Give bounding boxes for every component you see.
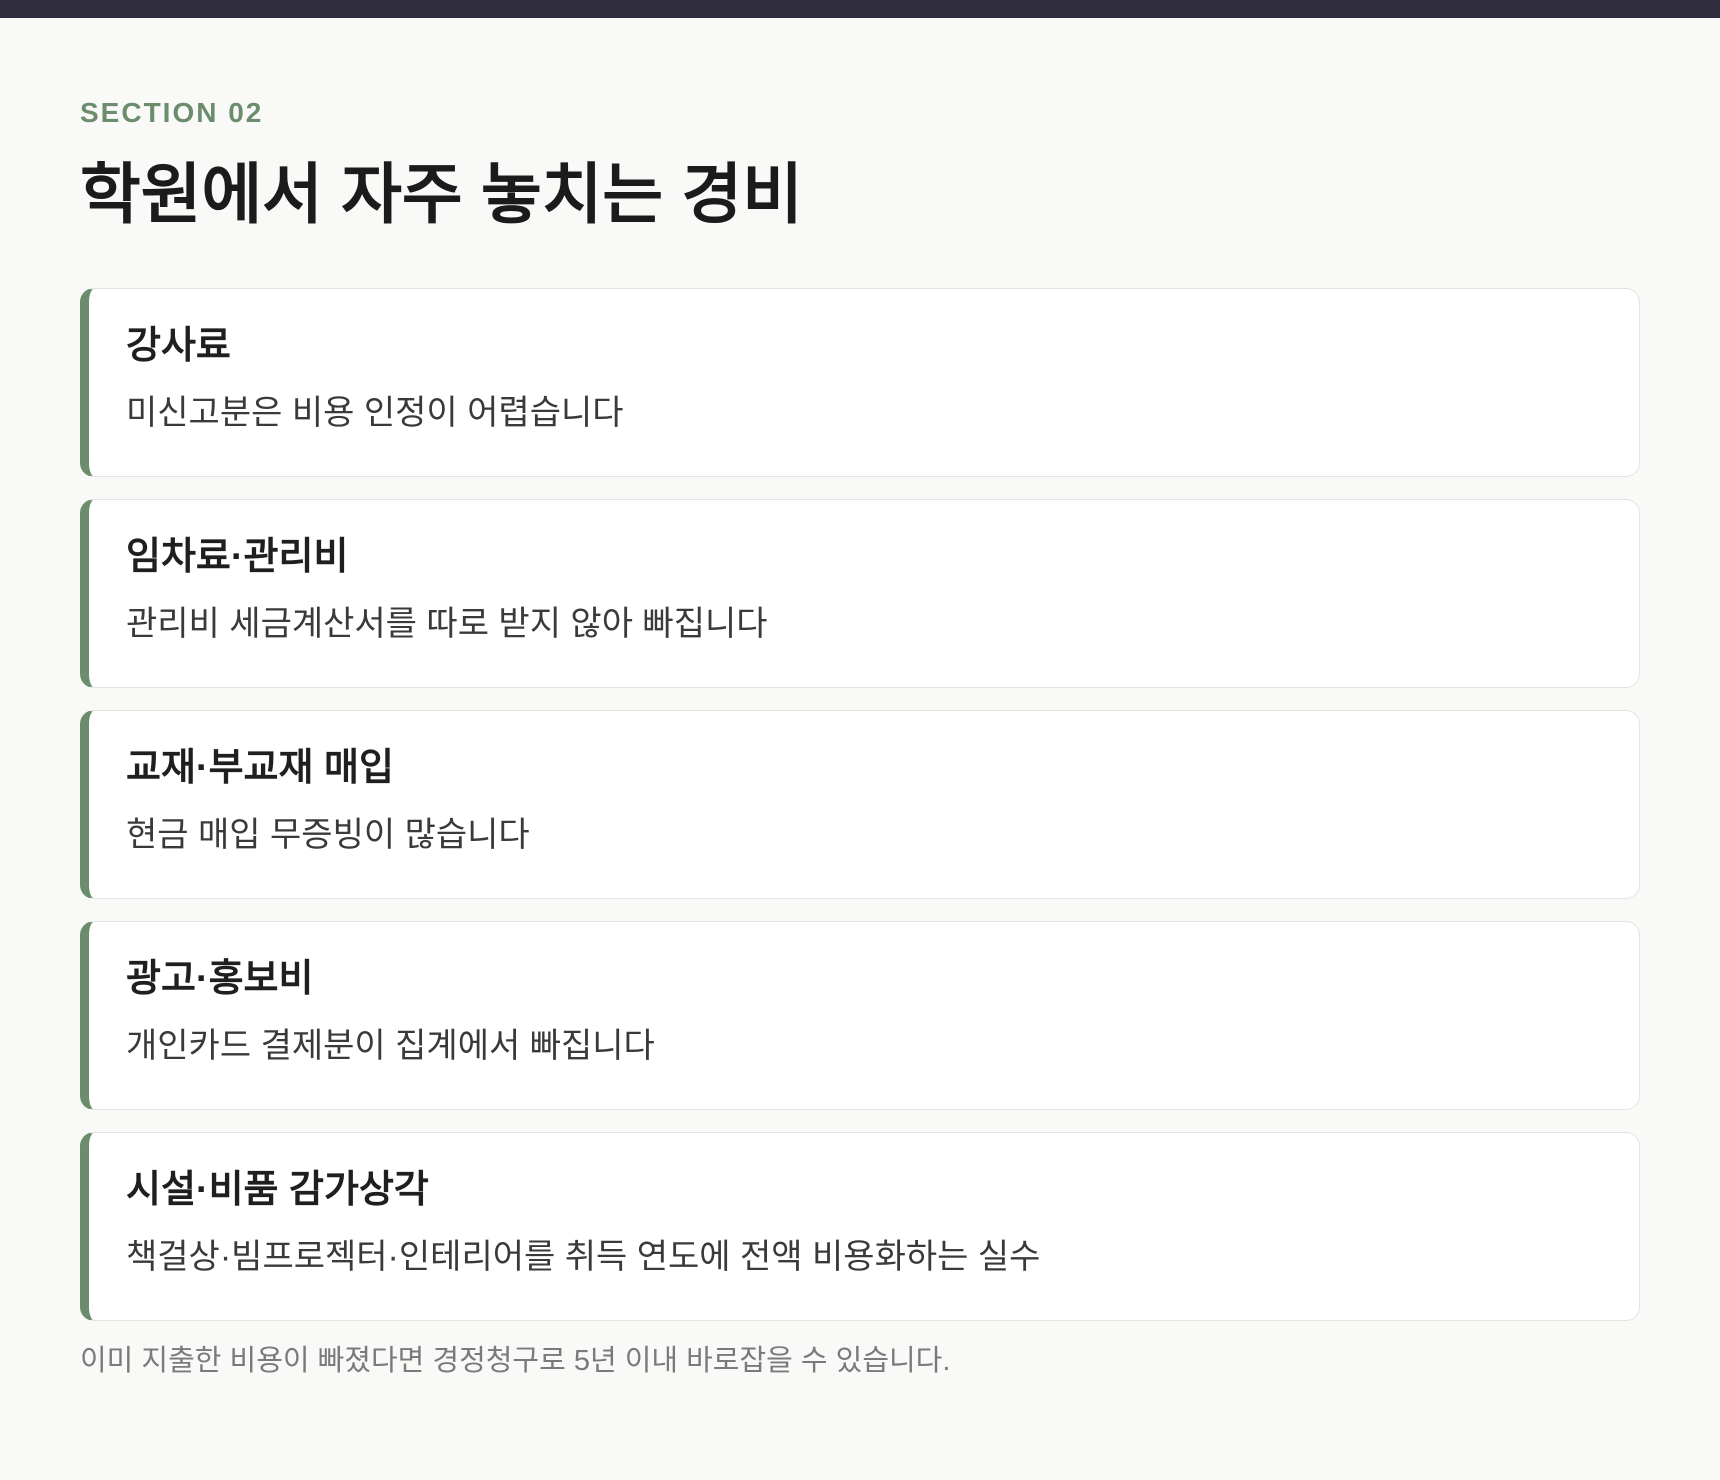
card-description: 미신고분은 비용 인정이 어렵습니다	[126, 394, 624, 432]
section-label: SECTION 02	[80, 97, 264, 128]
expense-card-list: 강사료 미신고분은 비용 인정이 어렵습니다 임차료·관리비 관리비 세금계산서…	[80, 288, 1640, 1321]
card-description: 개인카드 결제분이 집계에서 빠집니다	[126, 1027, 655, 1065]
main-content: SECTION 02 학원에서 자주 놓치는 경비 강사료 미신고분은 비용 인…	[80, 96, 1640, 1379]
top-bar	[0, 0, 1720, 18]
card-description: 현금 매입 무증빙이 많습니다	[126, 816, 530, 854]
page-title: 학원에서 자주 놓치는 경비	[80, 157, 803, 231]
card-title: 시설·비품 감가상각	[126, 1169, 429, 1211]
expense-card-depreciation: 시설·비품 감가상각 책걸상·빔프로젝터·인테리어를 취득 연도에 전액 비용화…	[80, 1132, 1640, 1321]
card-description: 책걸상·빔프로젝터·인테리어를 취득 연도에 전액 비용화하는 실수	[126, 1238, 1041, 1276]
expense-card-instructor-fees: 강사료 미신고분은 비용 인정이 어렵습니다	[80, 288, 1640, 477]
footnote: 이미 지출한 비용이 빠졌다면 경정청구로 5년 이내 바로잡을 수 있습니다.	[80, 1345, 951, 1377]
card-title: 교재·부교재 매입	[126, 747, 394, 789]
expense-card-textbooks: 교재·부교재 매입 현금 매입 무증빙이 많습니다	[80, 710, 1640, 899]
expense-card-rent-maintenance: 임차료·관리비 관리비 세금계산서를 따로 받지 않아 빠집니다	[80, 499, 1640, 688]
expense-card-advertising: 광고·홍보비 개인카드 결제분이 집계에서 빠집니다	[80, 921, 1640, 1110]
card-description: 관리비 세금계산서를 따로 받지 않아 빠집니다	[126, 605, 768, 643]
card-title: 광고·홍보비	[126, 958, 314, 1000]
card-title: 임차료·관리비	[126, 536, 349, 578]
card-title: 강사료	[126, 325, 231, 367]
